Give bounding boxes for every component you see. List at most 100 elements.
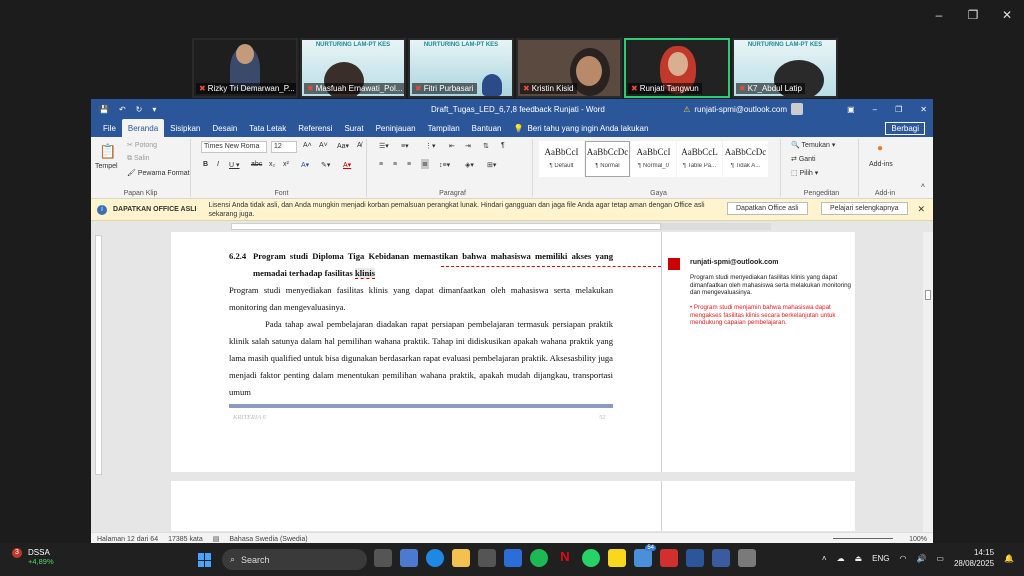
style-normal[interactable]: AaBbCcDc ¶ Normal: [585, 141, 630, 177]
tab-beranda[interactable]: Beranda: [121, 119, 165, 137]
line-spacing-icon[interactable]: ↕≡▾: [439, 161, 450, 169]
outlook-icon[interactable]: [504, 549, 522, 567]
participant-tile[interactable]: NURTURING LAM-PT KES ✖ Fitri Purbasari: [408, 38, 514, 98]
multilevel-list-icon[interactable]: ⋮▾: [425, 142, 436, 150]
align-left-icon[interactable]: ≡: [379, 161, 383, 168]
copy-button[interactable]: ⧉ Salin: [127, 155, 150, 163]
font-size-select[interactable]: 12: [271, 141, 297, 153]
acrobat-icon[interactable]: [660, 549, 678, 567]
maximize-button[interactable]: ❐: [966, 8, 980, 22]
language-status[interactable]: Bahasa Swedia (Swedia): [229, 536, 307, 543]
avatar[interactable]: [791, 103, 803, 115]
participant-tile[interactable]: ✖ Kristin Kisid: [516, 38, 622, 98]
wifi-icon[interactable]: ◠: [899, 554, 906, 563]
task-view-icon[interactable]: [374, 549, 392, 567]
numbering-icon[interactable]: ≡▾: [401, 142, 409, 150]
tab-tata-letak[interactable]: Tata Letak: [243, 121, 292, 136]
zoom-app-icon[interactable]: 54: [634, 545, 656, 567]
text-effects-icon[interactable]: A▾: [301, 161, 309, 169]
style-table-paragraph[interactable]: AaBbCcL ¶ Table Pa...: [677, 141, 722, 177]
tab-bantuan[interactable]: Bantuan: [466, 121, 508, 136]
clock[interactable]: 14:15 28/08/2025: [954, 547, 994, 569]
justify-icon[interactable]: ≣: [421, 159, 429, 169]
show-marks-icon[interactable]: ¶: [501, 142, 505, 149]
copilot-icon[interactable]: [400, 549, 418, 567]
page-count[interactable]: Halaman 12 dari 64: [97, 536, 158, 543]
bold-icon[interactable]: B: [203, 161, 208, 168]
search-box[interactable]: ⌕ Search: [222, 549, 367, 570]
usb-icon[interactable]: ⏏: [855, 554, 863, 563]
learn-more-button[interactable]: Pelajari selengkapnya: [821, 202, 908, 215]
highlight-icon[interactable]: ✎▾: [321, 161, 330, 169]
file-explorer-icon[interactable]: [452, 549, 470, 567]
shading-icon[interactable]: ◈▾: [465, 161, 474, 169]
edge-icon[interactable]: [426, 549, 444, 567]
bell-icon[interactable]: 🔔: [1004, 554, 1014, 563]
store-icon[interactable]: [478, 549, 496, 567]
commented-text[interactable]: klinis: [354, 268, 376, 279]
chevron-up-icon[interactable]: ˄: [822, 554, 827, 563]
document-page[interactable]: 6.2.4 Program studi Diploma Tiga Kebidan…: [171, 232, 661, 472]
get-genuine-office-button[interactable]: Dapatkan Office asli: [727, 202, 808, 215]
tab-desain[interactable]: Desain: [206, 121, 243, 136]
participant-tile[interactable]: ✖ Rizky Tri Demarwan_P...: [192, 38, 298, 98]
tab-tampilan[interactable]: Tampilan: [422, 121, 466, 136]
save-icon[interactable]: 💾: [99, 105, 109, 114]
stock-widget[interactable]: 3 DSSA +4,89%: [12, 548, 54, 566]
zoom-meeting-icon[interactable]: [712, 549, 730, 567]
find-button[interactable]: 🔍 Temukan ▾: [791, 141, 835, 149]
participant-tile[interactable]: NURTURING LAM-PT KES ✖ Masfuah Ernawati_P…: [300, 38, 406, 98]
bullets-icon[interactable]: ☰▾: [379, 142, 389, 150]
strikethrough-icon[interactable]: abc: [251, 161, 262, 168]
underline-icon[interactable]: U ▾: [229, 161, 240, 169]
share-button[interactable]: Berbagi: [885, 121, 925, 135]
superscript-icon[interactable]: x²: [283, 161, 289, 168]
undo-icon[interactable]: ↶: [119, 105, 126, 114]
spotify-icon[interactable]: [530, 549, 548, 567]
battery-icon[interactable]: ▭: [936, 554, 944, 563]
font-color-icon[interactable]: A▾: [343, 161, 351, 169]
decrease-indent-icon[interactable]: ⇤: [449, 142, 455, 150]
format-painter-button[interactable]: 🖌 Pewarna Format: [127, 169, 190, 177]
zoom-level[interactable]: 100%: [909, 536, 927, 543]
tab-sisipkan[interactable]: Sisipkan: [164, 121, 206, 136]
grow-font-icon[interactable]: A˄: [303, 142, 312, 149]
shrink-font-icon[interactable]: A˅: [319, 142, 328, 149]
addins-button[interactable]: Add-ins: [869, 161, 893, 168]
word-close-button[interactable]: ✕: [920, 105, 927, 114]
italic-icon[interactable]: I: [217, 161, 219, 168]
next-page[interactable]: [171, 481, 855, 531]
increase-indent-icon[interactable]: ⇥: [465, 142, 471, 150]
document-body[interactable]: 6.2.4 Program studi Diploma Tiga Kebidan…: [229, 248, 613, 401]
collapse-ribbon-icon[interactable]: ˄: [921, 183, 925, 190]
minimize-button[interactable]: –: [932, 8, 946, 22]
borders-icon[interactable]: ⊞▾: [487, 161, 496, 169]
subscript-icon[interactable]: x₂: [269, 161, 275, 168]
close-icon[interactable]: ✕: [917, 204, 925, 215]
clear-format-icon[interactable]: A̸: [357, 142, 362, 149]
word-minimize-button[interactable]: –: [873, 105, 877, 114]
vertical-scrollbar[interactable]: [923, 232, 933, 532]
windows-start-icon[interactable]: [198, 553, 212, 567]
word-restore-button[interactable]: ❐: [895, 105, 902, 114]
participant-tile-active[interactable]: ✖ Runjati Tangwun: [624, 38, 730, 98]
style-normal-0[interactable]: AaBbCcI ¶ Normal_0: [631, 141, 676, 177]
tab-peninjauan[interactable]: Peninjauan: [370, 121, 422, 136]
addins-icon[interactable]: ●: [877, 143, 883, 154]
vertical-ruler[interactable]: [95, 235, 102, 475]
language-indicator[interactable]: ENG: [872, 554, 889, 563]
account-email[interactable]: runjati-spmi@outlook.com: [694, 105, 787, 114]
style-default[interactable]: AaBbCcI ¶ Default: [539, 141, 584, 177]
sort-icon[interactable]: ⇅: [483, 142, 489, 150]
align-right-icon[interactable]: ≡: [407, 161, 411, 168]
replace-button[interactable]: ⇄ Ganti: [791, 155, 816, 163]
ribbon-display-icon[interactable]: ▣: [847, 105, 855, 114]
style-no-spacing[interactable]: AaBbCcDc ¶ Tidak A...: [723, 141, 768, 177]
word-icon[interactable]: [686, 549, 704, 567]
close-button[interactable]: ✕: [1000, 8, 1014, 22]
align-center-icon[interactable]: ≡: [393, 161, 397, 168]
proofing-icon[interactable]: ▤: [213, 535, 220, 543]
scroll-thumb[interactable]: [925, 290, 931, 300]
participant-tile[interactable]: NURTURING LAM-PT KES ✖ K7_Abdul Latip: [732, 38, 838, 98]
horizontal-ruler[interactable]: [91, 221, 933, 231]
